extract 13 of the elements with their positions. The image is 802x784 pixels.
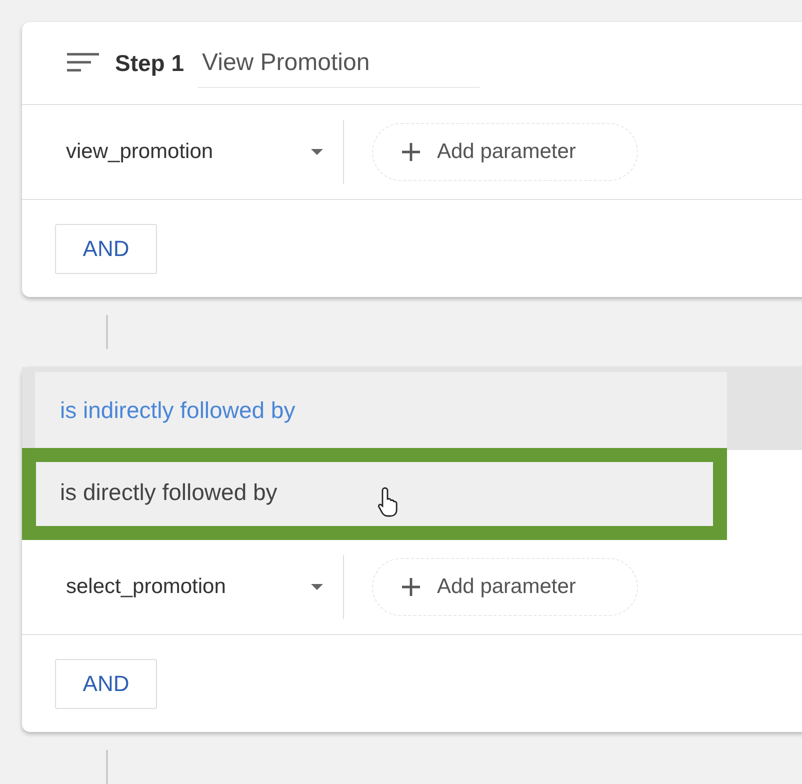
- and-button[interactable]: AND: [55, 658, 157, 708]
- event-dropdown[interactable]: select_promotion: [60, 555, 344, 619]
- add-parameter-button[interactable]: Add parameter: [372, 558, 638, 616]
- caret-icon: [311, 584, 323, 590]
- event-dropdown[interactable]: view_promotion: [60, 120, 344, 184]
- add-parameter-button[interactable]: Add parameter: [372, 123, 638, 181]
- and-button[interactable]: AND: [55, 224, 157, 274]
- plus-icon: [401, 577, 421, 597]
- sort-icon: [67, 52, 101, 74]
- step-name-field[interactable]: View Promotion: [198, 44, 480, 88]
- caret-icon: [311, 149, 323, 155]
- step-label: Step 1: [115, 48, 184, 78]
- plus-icon: [401, 142, 421, 162]
